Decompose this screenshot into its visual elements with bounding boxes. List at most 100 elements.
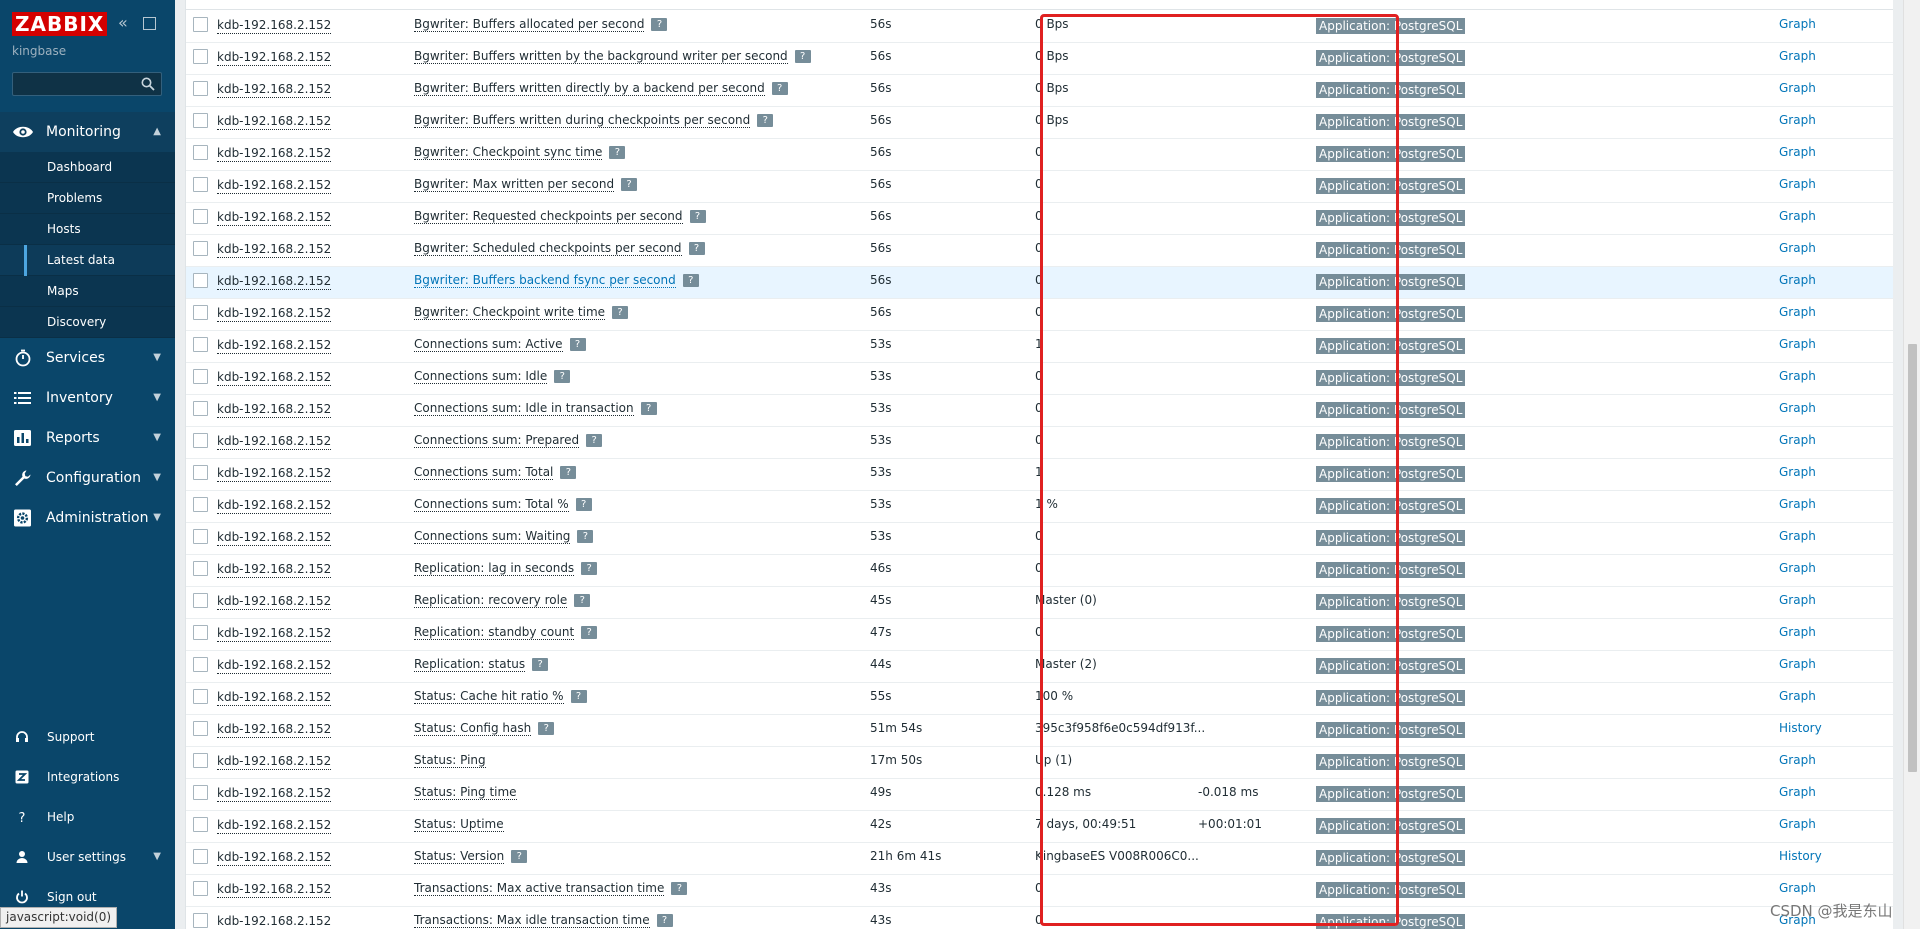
tag-badge[interactable]: Application: PostgreSQL bbox=[1316, 914, 1466, 929]
tag-badge[interactable]: Application: PostgreSQL bbox=[1316, 178, 1466, 194]
item-name-link[interactable]: Status: Config hash bbox=[414, 721, 532, 736]
graph-link[interactable]: Graph bbox=[1779, 267, 1816, 294]
tag-badge[interactable]: Application: PostgreSQL bbox=[1316, 50, 1466, 66]
tag-badge[interactable]: Application: PostgreSQL bbox=[1316, 594, 1466, 610]
menu-reports[interactable]: Reports ▼ bbox=[0, 418, 175, 458]
row-checkbox[interactable] bbox=[193, 817, 208, 832]
row-checkbox[interactable] bbox=[193, 241, 208, 256]
item-description-icon[interactable]: ? bbox=[575, 498, 592, 511]
item-description-icon[interactable]: ? bbox=[771, 82, 788, 95]
item-description-icon[interactable]: ? bbox=[538, 722, 555, 735]
item-name-link[interactable]: Bgwriter: Checkpoint write time bbox=[414, 305, 606, 320]
graph-link[interactable]: Graph bbox=[1779, 107, 1816, 134]
row-checkbox[interactable] bbox=[193, 721, 208, 736]
row-checkbox[interactable] bbox=[193, 465, 208, 480]
graph-link[interactable]: Graph bbox=[1779, 459, 1816, 486]
tag-badge[interactable]: Application: PostgreSQL bbox=[1316, 658, 1466, 674]
host-link[interactable]: kdb-192.168.2.152 bbox=[217, 17, 332, 34]
item-name-link[interactable]: Bgwriter: Max written per second bbox=[414, 177, 615, 192]
host-link[interactable]: kdb-192.168.2.152 bbox=[217, 401, 332, 418]
host-link[interactable]: kdb-192.168.2.152 bbox=[217, 625, 332, 642]
host-link[interactable]: kdb-192.168.2.152 bbox=[217, 337, 332, 354]
item-name-link[interactable]: Status: Ping time bbox=[414, 785, 517, 800]
host-link[interactable]: kdb-192.168.2.152 bbox=[217, 305, 332, 322]
menu-integrations[interactable]: Integrations bbox=[0, 757, 175, 797]
item-description-icon[interactable]: ? bbox=[586, 434, 603, 447]
tag-badge[interactable]: Application: PostgreSQL bbox=[1316, 242, 1466, 258]
item-name-link[interactable]: Bgwriter: Buffers written by the backgro… bbox=[414, 49, 788, 64]
graph-link[interactable]: Graph bbox=[1779, 171, 1816, 198]
item-name-link[interactable]: Bgwriter: Buffers allocated per second bbox=[414, 17, 645, 32]
host-link[interactable]: kdb-192.168.2.152 bbox=[217, 593, 332, 610]
item-description-icon[interactable]: ? bbox=[511, 850, 528, 863]
host-link[interactable]: kdb-192.168.2.152 bbox=[217, 753, 332, 770]
graph-link[interactable]: Graph bbox=[1779, 683, 1816, 710]
row-checkbox[interactable] bbox=[193, 49, 208, 64]
graph-link[interactable]: Graph bbox=[1779, 331, 1816, 358]
row-checkbox[interactable] bbox=[193, 369, 208, 384]
tag-badge[interactable]: Application: PostgreSQL bbox=[1316, 626, 1466, 642]
menu-monitoring[interactable]: Monitoring ▲ bbox=[0, 112, 175, 152]
row-checkbox[interactable] bbox=[193, 497, 208, 512]
item-description-icon[interactable]: ? bbox=[569, 338, 586, 351]
item-description-icon[interactable]: ? bbox=[612, 306, 629, 319]
submenu-discovery[interactable]: Discovery bbox=[0, 307, 175, 338]
item-description-icon[interactable]: ? bbox=[577, 530, 594, 543]
item-name-link[interactable]: Replication: status bbox=[414, 657, 526, 672]
menu-configuration[interactable]: Configuration ▼ bbox=[0, 458, 175, 498]
tag-badge[interactable]: Application: PostgreSQL bbox=[1316, 466, 1466, 482]
tag-badge[interactable]: Application: PostgreSQL bbox=[1316, 434, 1466, 450]
item-name-link[interactable]: Transactions: Max idle transaction time bbox=[414, 913, 650, 928]
item-name-link[interactable]: Bgwriter: Buffers written directly by a … bbox=[414, 81, 765, 96]
menu-inventory[interactable]: Inventory ▼ bbox=[0, 378, 175, 418]
graph-link[interactable]: Graph bbox=[1779, 875, 1816, 902]
tag-badge[interactable]: Application: PostgreSQL bbox=[1316, 274, 1466, 290]
host-link[interactable]: kdb-192.168.2.152 bbox=[217, 369, 332, 386]
tag-badge[interactable]: Application: PostgreSQL bbox=[1316, 818, 1466, 834]
tag-badge[interactable]: Application: PostgreSQL bbox=[1316, 562, 1466, 578]
collapse-sidebar-icon[interactable]: « bbox=[118, 13, 128, 33]
item-description-icon[interactable]: ? bbox=[609, 146, 626, 159]
item-description-icon[interactable]: ? bbox=[532, 658, 549, 671]
tag-badge[interactable]: Application: PostgreSQL bbox=[1316, 530, 1466, 546]
host-link[interactable]: kdb-192.168.2.152 bbox=[217, 113, 332, 130]
item-name-link[interactable]: Status: Version bbox=[414, 849, 505, 864]
tag-badge[interactable]: Application: PostgreSQL bbox=[1316, 754, 1466, 770]
graph-link[interactable]: Graph bbox=[1779, 587, 1816, 614]
submenu-dashboard[interactable]: Dashboard bbox=[0, 152, 175, 183]
item-description-icon[interactable]: ? bbox=[640, 402, 657, 415]
graph-link[interactable]: Graph bbox=[1779, 747, 1816, 774]
tag-badge[interactable]: Application: PostgreSQL bbox=[1316, 114, 1466, 130]
item-name-link[interactable]: Replication: standby count bbox=[414, 625, 575, 640]
row-checkbox[interactable] bbox=[193, 209, 208, 224]
item-description-icon[interactable]: ? bbox=[671, 882, 688, 895]
item-description-icon[interactable]: ? bbox=[574, 594, 591, 607]
row-checkbox[interactable] bbox=[193, 17, 208, 32]
item-description-icon[interactable]: ? bbox=[560, 466, 577, 479]
row-checkbox[interactable] bbox=[193, 145, 208, 160]
item-name-link[interactable]: Status: Uptime bbox=[414, 817, 504, 832]
host-link[interactable]: kdb-192.168.2.152 bbox=[217, 881, 332, 898]
row-checkbox[interactable] bbox=[193, 593, 208, 608]
graph-link[interactable]: Graph bbox=[1779, 779, 1816, 806]
item-name-link[interactable]: Status: Ping bbox=[414, 753, 486, 768]
row-checkbox[interactable] bbox=[193, 657, 208, 672]
host-link[interactable]: kdb-192.168.2.152 bbox=[217, 913, 331, 929]
row-checkbox[interactable] bbox=[193, 113, 208, 128]
item-description-icon[interactable]: ? bbox=[554, 370, 571, 383]
item-name-link[interactable]: Connections sum: Waiting bbox=[414, 529, 571, 544]
host-link[interactable]: kdb-192.168.2.152 bbox=[217, 817, 332, 834]
graph-link[interactable]: Graph bbox=[1779, 299, 1816, 326]
host-link[interactable]: kdb-192.168.2.152 bbox=[217, 849, 332, 866]
item-description-icon[interactable]: ? bbox=[689, 210, 706, 223]
menu-user-settings[interactable]: User settings ▼ bbox=[0, 837, 175, 877]
graph-link[interactable]: Graph bbox=[1779, 43, 1816, 70]
graph-link[interactable]: History bbox=[1779, 715, 1822, 742]
kiosk-mode-icon[interactable] bbox=[143, 17, 156, 30]
tag-badge[interactable]: Application: PostgreSQL bbox=[1316, 146, 1466, 162]
zabbix-logo[interactable]: ZABBIX bbox=[12, 12, 108, 36]
graph-link[interactable]: Graph bbox=[1779, 11, 1816, 38]
submenu-latest-data[interactable]: Latest data bbox=[0, 245, 175, 276]
submenu-hosts[interactable]: Hosts bbox=[0, 214, 175, 245]
graph-link[interactable]: History bbox=[1779, 843, 1822, 870]
